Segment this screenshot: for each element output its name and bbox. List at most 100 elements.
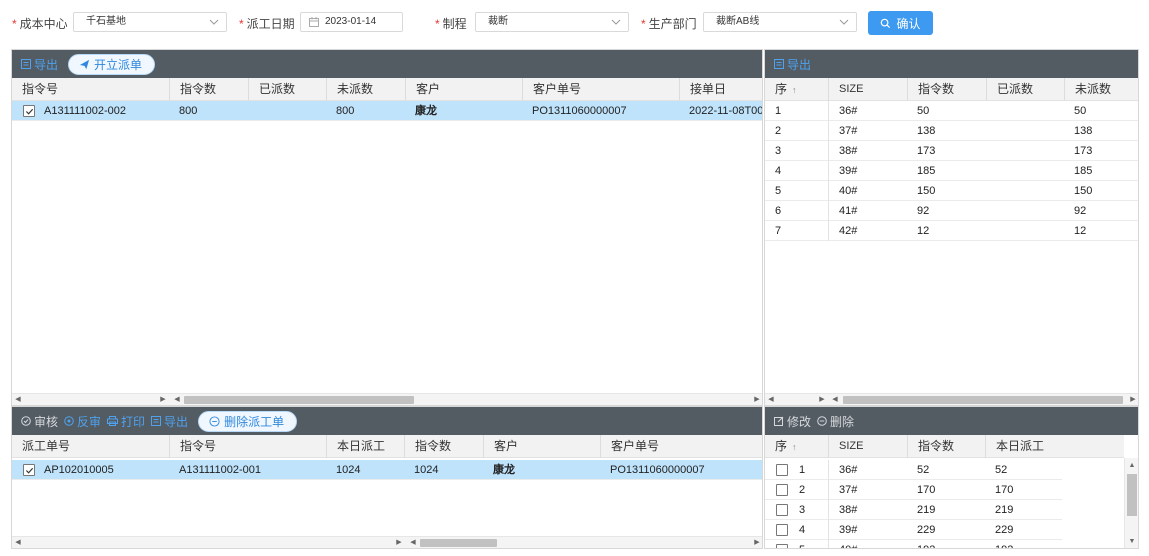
col-header[interactable]: 客户 <box>405 78 522 101</box>
table-row[interactable]: 4 39# 229 229 <box>765 520 1062 540</box>
size-hscrollbar[interactable]: ◀ ▶ ◀ ▶ <box>765 393 1138 405</box>
row-checkbox[interactable] <box>776 524 788 536</box>
scroll-right-icon[interactable]: ▶ <box>816 394 828 405</box>
row-checkbox[interactable] <box>776 504 788 516</box>
col-header[interactable]: 指令数 <box>907 435 985 458</box>
delete-label: 删除 <box>830 414 855 429</box>
scroll-right-icon[interactable]: ▶ <box>157 394 169 405</box>
col-header-label: 序 <box>775 82 788 96</box>
dispatch-export-button[interactable]: 导出 <box>151 413 188 430</box>
table-row[interactable]: 540#192192 <box>765 540 1062 548</box>
cell-undispatched: 12 <box>1074 225 1087 237</box>
send-icon <box>79 59 90 69</box>
col-header-seq[interactable]: 序 ↑ <box>765 435 828 458</box>
size-export-button[interactable]: 导出 <box>774 56 811 73</box>
scroll-up-icon[interactable]: ▲ <box>1125 460 1138 472</box>
open-dispatch-label: 开立派单 <box>94 57 143 72</box>
process-select[interactable]: 裁断 <box>475 12 629 32</box>
row-checkbox[interactable] <box>776 544 788 548</box>
col-header[interactable]: 已派数 <box>986 78 1064 101</box>
cell-customer-order: PO1311060000007 <box>532 105 627 117</box>
scroll-left-icon[interactable]: ◀ <box>171 394 183 405</box>
table-row[interactable]: 2 37# 170 170 <box>765 480 1062 500</box>
cell-undispatched: 50 <box>1074 105 1087 117</box>
audit-button[interactable]: 审核 <box>21 413 58 430</box>
cell-dispatched <box>986 141 1064 161</box>
scroll-right-icon[interactable]: ▶ <box>751 537 762 548</box>
delete-dispatch-button[interactable]: 删除派工单 <box>198 410 298 432</box>
col-header[interactable]: 客户 <box>483 435 600 458</box>
table-row[interactable]: 7 42# 12 12 <box>765 221 1138 241</box>
table-row[interactable]: 1 36# 50 50 <box>765 101 1138 121</box>
col-header-seq[interactable]: 序 ↑ <box>765 78 828 101</box>
col-header[interactable]: 指令号 <box>12 78 169 101</box>
cell-customer-order: PO1311060000007 <box>610 464 705 476</box>
table-row[interactable]: 3 38# 219 219 <box>765 500 1062 520</box>
scroll-thumb[interactable] <box>184 396 414 404</box>
col-header[interactable]: 客户单号 <box>600 435 762 458</box>
open-dispatch-button[interactable]: 开立派单 <box>68 53 156 75</box>
row-checkbox[interactable] <box>776 464 788 476</box>
scroll-left-icon[interactable]: ◀ <box>829 394 841 405</box>
scroll-left-icon[interactable]: ◀ <box>407 537 419 548</box>
table-row[interactable]: 6 41# 92 92 <box>765 201 1138 221</box>
scroll-thumb[interactable] <box>1127 474 1137 516</box>
cell-seq: 7 <box>775 225 782 237</box>
cell-today-dispatch: 192 <box>985 540 1063 548</box>
order-hscrollbar[interactable]: ◀ ▶ ◀ ▶ <box>12 393 762 405</box>
col-header[interactable]: 指令数 <box>169 78 248 101</box>
table-row[interactable]: 2 37# 138 138 <box>765 121 1138 141</box>
scroll-right-icon[interactable]: ▶ <box>1127 394 1138 405</box>
cost-center-value: 千石基地 <box>86 16 126 27</box>
export-icon <box>21 59 31 69</box>
cell-order-no: A131111002-002 <box>44 105 126 117</box>
cell-seq: 3 <box>799 504 806 516</box>
export-icon <box>151 416 162 426</box>
col-header[interactable]: 已派数 <box>248 78 326 101</box>
scroll-left-icon[interactable]: ◀ <box>12 394 24 405</box>
cell-dispatched <box>986 121 1064 141</box>
row-checkbox[interactable] <box>776 484 788 496</box>
col-header[interactable]: 指令号 <box>169 435 326 458</box>
department-select[interactable]: 裁断AB线 <box>703 12 857 32</box>
col-header[interactable]: 未派数 <box>326 78 405 101</box>
scroll-right-icon[interactable]: ▶ <box>393 537 405 548</box>
edit-button[interactable]: 修改 <box>774 413 811 430</box>
table-row[interactable]: A131111002-002 800 800 康龙 PO131106000000… <box>12 101 762 121</box>
scroll-left-icon[interactable]: ◀ <box>12 537 24 548</box>
scroll-down-icon[interactable]: ▼ <box>1125 536 1138 548</box>
col-header[interactable]: 本日派工 <box>985 435 1063 458</box>
delete-button[interactable]: 删除 <box>817 413 854 430</box>
col-header[interactable]: 指令数 <box>907 78 986 101</box>
printer-icon <box>107 416 119 426</box>
cost-center-select[interactable]: 千石基地 <box>73 12 227 32</box>
col-header[interactable]: 派工单号 <box>12 435 169 458</box>
col-header[interactable]: 指令数 <box>404 435 483 458</box>
col-header[interactable]: 客户单号 <box>522 78 679 101</box>
cost-center-label: * 成本中心 <box>12 17 68 31</box>
confirm-button[interactable]: 确认 <box>868 11 933 35</box>
col-header[interactable]: SIZE <box>828 78 907 101</box>
scroll-thumb[interactable] <box>843 396 1123 404</box>
scroll-left-icon[interactable]: ◀ <box>765 394 777 405</box>
table-row[interactable]: 1 36# 52 52 <box>765 460 1062 480</box>
dispatch-date-picker[interactable]: 2023-01-14 <box>300 12 403 32</box>
col-header[interactable]: SIZE <box>828 435 907 458</box>
col-header[interactable]: 接单日 <box>679 78 762 101</box>
unaudit-button[interactable]: 反审 <box>64 413 101 430</box>
department-label: * 生产部门 <box>641 17 697 31</box>
dispatch-hscrollbar[interactable]: ◀ ▶ ◀ ▶ <box>12 536 762 548</box>
scroll-thumb[interactable] <box>420 539 497 547</box>
print-label: 打印 <box>121 414 146 429</box>
dispatch-export-label: 导出 <box>164 414 189 429</box>
order-export-button[interactable]: 导出 <box>21 56 58 73</box>
print-button[interactable]: 打印 <box>107 413 145 430</box>
col-header[interactable]: 未派数 <box>1064 78 1138 101</box>
dispatch-size-vscrollbar[interactable]: ▲ ▼ <box>1124 458 1138 548</box>
table-row[interactable]: 3 38# 173 173 <box>765 141 1138 161</box>
table-row[interactable]: AP102010005 A131111002-001 1024 1024 康龙 … <box>12 460 762 480</box>
col-header[interactable]: 本日派工 <box>326 435 404 458</box>
table-row[interactable]: 4 39# 185 185 <box>765 161 1138 181</box>
scroll-right-icon[interactable]: ▶ <box>751 394 762 405</box>
table-row[interactable]: 5 40# 150 150 <box>765 181 1138 201</box>
